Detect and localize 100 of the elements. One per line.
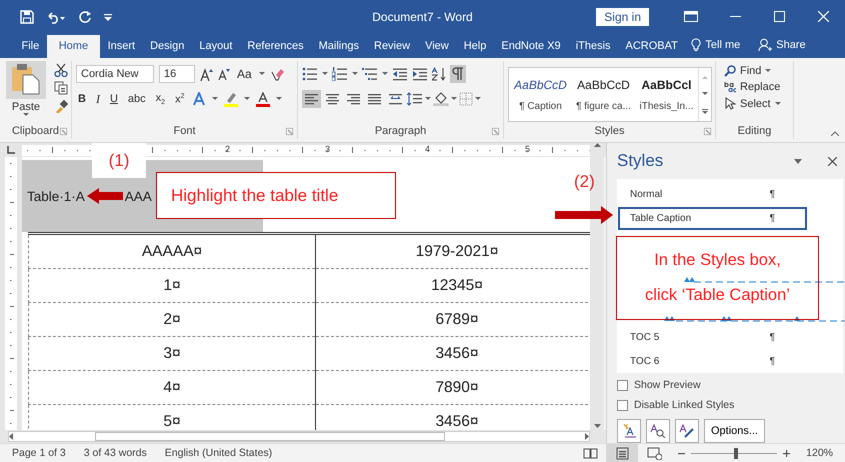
- save-icon[interactable]: [20, 10, 34, 24]
- dialog-launcher-icon[interactable]: [492, 128, 499, 135]
- caret-icon[interactable]: [258, 72, 265, 76]
- caret-icon[interactable]: [765, 69, 772, 73]
- dialog-launcher-icon[interactable]: [704, 128, 711, 135]
- zoom-in-icon[interactable]: [783, 450, 790, 456]
- checkbox[interactable]: [617, 380, 628, 390]
- manage-styles-button[interactable]: [675, 419, 699, 443]
- caret-icon[interactable]: [451, 97, 457, 101]
- format-button[interactable]: B: [76, 92, 88, 106]
- style-list-item[interactable]: TOC 6 ¶: [618, 349, 807, 373]
- shading-icon[interactable]: [433, 92, 449, 106]
- customize-icon[interactable]: [104, 12, 112, 20]
- caret-icon[interactable]: [774, 102, 781, 106]
- font-name-field[interactable]: Cordia New: [76, 65, 154, 83]
- text-effects-icon[interactable]: [192, 92, 206, 106]
- ribbon-tab[interactable]: iThesis: [568, 35, 618, 58]
- format-button[interactable]: I: [94, 90, 102, 108]
- caret-icon[interactable]: [276, 97, 282, 101]
- scroll-left-icon[interactable]: [9, 433, 13, 440]
- ribbon-tab[interactable]: Review: [366, 35, 418, 58]
- language-indicator[interactable]: English (United States): [164, 447, 272, 459]
- dropdown-icon[interactable]: [794, 158, 802, 164]
- ribbon-tab[interactable]: View: [418, 35, 456, 58]
- horizontal-scrollbar[interactable]: [8, 431, 590, 442]
- page-count[interactable]: Page 1 of 3: [12, 447, 66, 459]
- find-button[interactable]: Find: [740, 65, 762, 77]
- person-icon[interactable]: [758, 38, 772, 52]
- caret-icon[interactable]: [212, 97, 218, 101]
- ribbon-tab[interactable]: Design: [142, 35, 192, 58]
- share-button[interactable]: Share: [776, 39, 806, 51]
- scroll-down-icon[interactable]: [702, 92, 708, 96]
- sort-icon[interactable]: [432, 67, 446, 81]
- copy-icon[interactable]: [54, 81, 68, 95]
- style-inspector-button[interactable]: [646, 419, 670, 443]
- paste-button[interactable]: [6, 61, 46, 99]
- options-button[interactable]: Options...: [704, 419, 766, 443]
- sign-in-button[interactable]: Sign in: [596, 8, 649, 26]
- caret-icon[interactable]: [425, 97, 431, 101]
- caret-icon[interactable]: [382, 72, 388, 76]
- format-button[interactable]: abc: [126, 92, 148, 106]
- style-list-item[interactable]: TOC 5 ¶: [618, 326, 807, 350]
- format-button[interactable]: U: [108, 92, 120, 106]
- zoom-slider-thumb[interactable]: [734, 448, 738, 458]
- ribbon-display-icon[interactable]: [684, 11, 698, 22]
- scroll-down-icon[interactable]: [594, 424, 600, 428]
- replace-button[interactable]: Replace: [740, 81, 780, 93]
- scroll-right-icon[interactable]: [585, 433, 589, 440]
- style-gallery-item[interactable]: AaBbCcD ¶ figure ca...: [572, 68, 635, 121]
- ribbon-tab[interactable]: Mailings: [311, 35, 366, 58]
- shrink-font-icon[interactable]: [218, 68, 230, 80]
- redo-icon[interactable]: [78, 10, 92, 24]
- checkbox[interactable]: [617, 400, 628, 410]
- caret-icon[interactable]: [352, 72, 358, 76]
- collapse-ribbon-icon[interactable]: [831, 131, 839, 136]
- format-button[interactable]: x$^{2}$: [173, 92, 186, 106]
- new-style-button[interactable]: [617, 419, 641, 443]
- view-button[interactable]: [606, 444, 638, 462]
- tell-me-link[interactable]: Tell me: [705, 39, 740, 51]
- font-size-field[interactable]: 16: [159, 65, 195, 83]
- cursor-icon[interactable]: [724, 97, 736, 110]
- format-button[interactable]: x$_{2}$: [154, 90, 168, 108]
- search-icon[interactable]: [724, 65, 736, 77]
- change-case-button[interactable]: Aa: [235, 66, 254, 82]
- paintbrush-icon[interactable]: [54, 99, 68, 113]
- align-button[interactable]: [302, 90, 321, 108]
- ribbon-tab[interactable]: Home: [46, 35, 100, 58]
- scissors-icon[interactable]: [54, 63, 68, 77]
- style-gallery-item[interactable]: AaBbCcD ¶ Caption: [509, 68, 572, 121]
- dialog-launcher-icon[interactable]: [60, 128, 67, 135]
- decrease-indent-icon[interactable]: [392, 67, 408, 81]
- close-icon[interactable]: [828, 156, 837, 166]
- borders-icon[interactable]: [459, 92, 473, 106]
- caret-icon[interactable]: [244, 97, 250, 101]
- grow-font-icon[interactable]: [200, 68, 213, 80]
- ribbon-tab[interactable]: Insert: [100, 35, 143, 58]
- caret-icon[interactable]: [23, 113, 29, 117]
- line-spacing-icon[interactable]: [407, 92, 423, 106]
- zoom-level[interactable]: 120%: [806, 447, 833, 459]
- undo-icon[interactable]: [46, 10, 66, 24]
- bullets-icon[interactable]: [302, 67, 318, 81]
- show-marks-button[interactable]: [450, 65, 466, 83]
- increase-indent-icon[interactable]: [412, 67, 428, 81]
- more-icon[interactable]: [702, 109, 708, 114]
- tab-selector-icon[interactable]: [7, 146, 15, 154]
- style-list-item[interactable]: Normal ¶: [618, 183, 807, 207]
- numbering-icon[interactable]: [332, 67, 348, 81]
- style-list-item[interactable]: Table Caption ¶: [618, 206, 807, 230]
- ribbon-tab[interactable]: Layout: [192, 35, 240, 58]
- word-count[interactable]: 3 of 43 words: [84, 447, 147, 459]
- font-color-icon[interactable]: [256, 92, 270, 106]
- maximize-icon[interactable]: [774, 11, 784, 22]
- lightbulb-icon[interactable]: [691, 38, 702, 52]
- caret-icon[interactable]: [322, 72, 328, 76]
- multilevel-list-icon[interactable]: [362, 67, 378, 81]
- ribbon-tab[interactable]: File: [14, 35, 47, 58]
- highlighter-icon[interactable]: [224, 92, 238, 106]
- style-gallery-item[interactable]: AaBbCcl iThesis_In...: [635, 68, 698, 121]
- ribbon-tab[interactable]: Help: [456, 35, 494, 58]
- eraser-icon[interactable]: [270, 67, 284, 81]
